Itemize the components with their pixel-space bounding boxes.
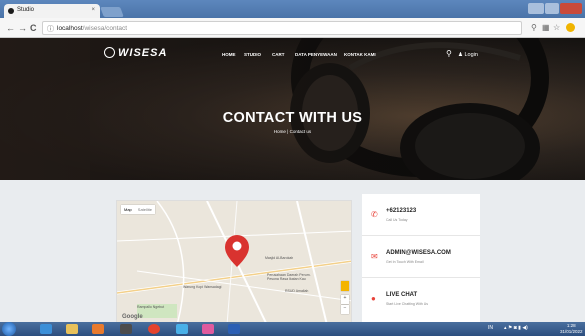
contact-chat[interactable]: ● LIVE CHAT Start Live Chatting With Us	[362, 280, 480, 320]
map-tab-map[interactable]: Map	[121, 205, 135, 214]
contact-phone-title: +62123123	[386, 208, 417, 214]
windows-taskbar: IN ▴ ⚑ ◙ ▮ ◀) 1:28 31/01/2022	[0, 322, 585, 336]
google-map[interactable]: Map Satellite Masjid Al-Barokah Perusaha…	[116, 200, 352, 324]
close-window-button[interactable]	[560, 3, 582, 14]
pegman-icon[interactable]	[341, 281, 349, 291]
translate-icon[interactable]: ▦	[542, 23, 550, 32]
zoom-icon[interactable]: ⚲	[531, 23, 537, 32]
hero-banner	[0, 38, 585, 180]
contact-email[interactable]: ✉ ADMIN@WISESA.COM Get In Touch With Ema…	[362, 238, 480, 278]
login-link[interactable]: ♟ Login	[458, 52, 478, 58]
extension-icon[interactable]	[566, 23, 575, 32]
site-info-icon[interactable]: ⓘ	[47, 24, 54, 34]
language-indicator[interactable]: IN	[488, 325, 493, 331]
hero-overlay	[0, 38, 585, 180]
search-icon[interactable]: ⚲	[446, 49, 452, 58]
taskbar-clock[interactable]: 1:28 31/01/2022	[560, 323, 583, 334]
nav-studio[interactable]: STUDIO	[244, 52, 261, 57]
nav-home[interactable]: HOME	[222, 52, 236, 57]
url-host: localhost	[57, 25, 83, 32]
app-icon[interactable]	[202, 324, 214, 334]
chat-icon: ●	[371, 294, 376, 303]
browser-titlebar: Studio ×	[0, 0, 585, 18]
url-path: /wisesa/contact	[82, 25, 128, 32]
map-tab-satellite[interactable]: Satellite	[135, 205, 155, 214]
zoom-in-button[interactable]: +	[341, 295, 349, 304]
google-logo: Google	[122, 314, 143, 320]
nav-data-penyewaan[interactable]: DATA PENYEWAAN	[295, 52, 337, 57]
zoom-out-button[interactable]: −	[341, 305, 349, 314]
media-player-icon[interactable]	[92, 324, 104, 334]
tab-close-icon[interactable]: ×	[91, 7, 95, 13]
minimize-button[interactable]	[528, 3, 544, 14]
nav-cart[interactable]: CART	[272, 52, 285, 57]
site-logo[interactable]: WISESA	[118, 47, 167, 59]
phone-icon: ✆	[371, 210, 378, 219]
reload-icon[interactable]: C	[30, 22, 37, 34]
bookmark-star-icon[interactable]: ☆	[553, 23, 560, 32]
favicon-icon	[8, 8, 14, 14]
clock-date: 31/01/2022	[560, 328, 583, 334]
map-type-tabs[interactable]: Map Satellite	[121, 205, 156, 214]
url-field[interactable]: ⓘ localhost/wisesa/contact	[42, 21, 522, 35]
tab-title: Studio	[17, 7, 35, 13]
map-label: Masjid Al-Barokah	[265, 256, 294, 260]
explorer-icon[interactable]	[66, 324, 78, 334]
chrome-icon[interactable]	[148, 324, 160, 334]
breadcrumb-separator: |	[287, 129, 289, 134]
maximize-button[interactable]	[545, 3, 559, 14]
contact-email-sub: Get In Touch With Email	[386, 260, 424, 264]
browser-tab[interactable]: Studio ×	[4, 4, 100, 18]
terminal-icon[interactable]	[120, 324, 132, 334]
map-label: Perusahaan Daerah Perum. Pesona Rasa Ika…	[267, 273, 311, 281]
contact-cards: ✆ +62123123 Call Us Today ✉ ADMIN@WISESA…	[362, 194, 480, 324]
start-button[interactable]	[2, 322, 16, 336]
page-title: CONTACT WITH US	[222, 110, 363, 126]
new-tab-button[interactable]	[100, 7, 124, 17]
back-icon[interactable]: ←	[6, 22, 15, 34]
breadcrumb: Home | Contact us	[0, 129, 585, 134]
nav-kontak-kami[interactable]: KONTAK KAMI	[344, 52, 376, 57]
logo-icon	[104, 47, 115, 58]
address-bar-row: ← → C ⓘ localhost/wisesa/contact ⚲ ▦ ☆	[0, 18, 585, 38]
app-icon[interactable]	[176, 324, 188, 334]
login-label: Login	[464, 52, 478, 58]
contact-phone-sub: Call Us Today	[386, 218, 408, 222]
contact-chat-sub: Start Live Chatting With Us	[386, 302, 429, 306]
word-icon[interactable]	[228, 324, 240, 334]
forward-icon[interactable]: →	[18, 22, 27, 34]
ie-icon[interactable]	[40, 324, 52, 334]
contact-chat-title: LIVE CHAT	[386, 292, 418, 298]
map-label: RSUD Amaliah	[285, 289, 309, 293]
contact-phone[interactable]: ✆ +62123123 Call Us Today	[362, 196, 480, 236]
map-label: Warung Kopi Wansadagi	[183, 285, 222, 289]
mail-icon: ✉	[371, 252, 378, 261]
tray-icons[interactable]: ▴ ⚑ ◙ ▮ ◀)	[504, 325, 528, 331]
map-label: Rampallo Ngebut	[137, 305, 165, 309]
breadcrumb-current: Contact us	[289, 129, 312, 134]
contact-email-title: ADMIN@WISESA.COM	[386, 250, 451, 256]
breadcrumb-home[interactable]: Home	[274, 129, 286, 134]
